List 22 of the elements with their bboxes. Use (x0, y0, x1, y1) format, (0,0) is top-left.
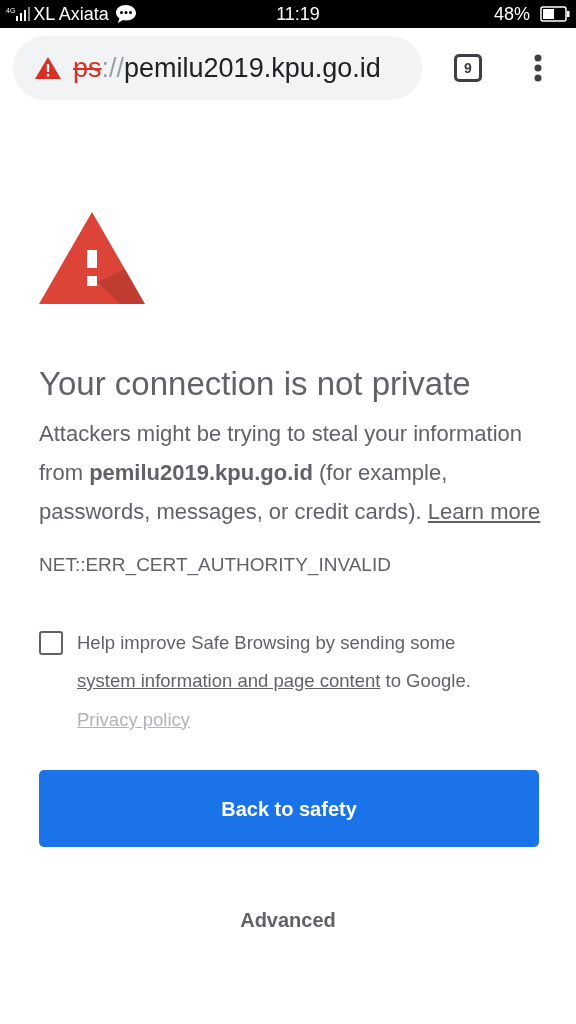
opt-in-text: to Google. (385, 670, 471, 691)
menu-icon[interactable] (534, 54, 542, 82)
warning-message: Attackers might be trying to steal your information from pemilu2019.kpu.go.id (for example, passwords, messages, or credit cards). Learn more (39, 420, 542, 526)
opt-in-checkbox[interactable] (39, 630, 63, 655)
warning-icon (35, 57, 61, 79)
battery-percent: 48% (493, 2, 530, 26)
error-code: NET::ERR_CERT_AUTHORITY_INVALID (39, 553, 392, 578)
opt-in-text: Help improve Safe Browsing by sending some (77, 631, 456, 653)
learn-more-link[interactable]: Learn more (427, 499, 541, 524)
clock-time: 11:19 (276, 2, 320, 26)
back-to-safety-button[interactable]: Back to safety (39, 770, 539, 847)
warning-icon (39, 212, 145, 304)
chat-bubble-icon (114, 4, 137, 24)
carrier-name: XL Axiata (33, 2, 109, 26)
page-heading: Your connection is not private (39, 364, 472, 404)
url-text: ps://pemilu2019.kpu.go.id (73, 51, 381, 85)
advanced-button[interactable]: Advanced (240, 905, 336, 935)
signal-icon (16, 7, 31, 21)
address-bar[interactable]: ps://pemilu2019.kpu.go.id (13, 36, 422, 100)
battery-icon (540, 6, 570, 22)
system-info-link[interactable]: system information and page content (77, 670, 381, 691)
tab-switcher-button[interactable]: 9 (454, 54, 482, 82)
